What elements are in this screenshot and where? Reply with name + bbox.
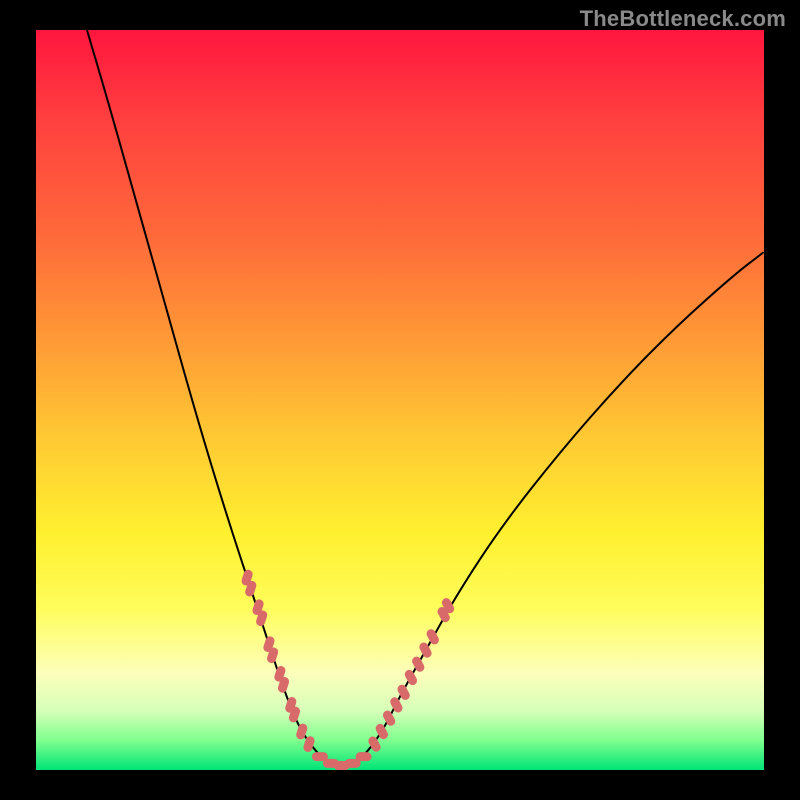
marker-group <box>240 569 455 770</box>
curve-marker <box>410 655 425 673</box>
plot-area <box>36 30 764 770</box>
curve-marker <box>302 735 316 753</box>
curve-marker <box>389 696 404 714</box>
curve-marker <box>356 752 372 761</box>
chart-frame: TheBottleneck.com <box>0 0 800 800</box>
watermark-text: TheBottleneck.com <box>580 6 786 32</box>
curve-marker <box>381 709 396 727</box>
curve-marker <box>418 641 433 659</box>
curve-marker <box>425 628 440 646</box>
chart-svg <box>36 30 764 770</box>
curve-marker <box>403 668 418 686</box>
